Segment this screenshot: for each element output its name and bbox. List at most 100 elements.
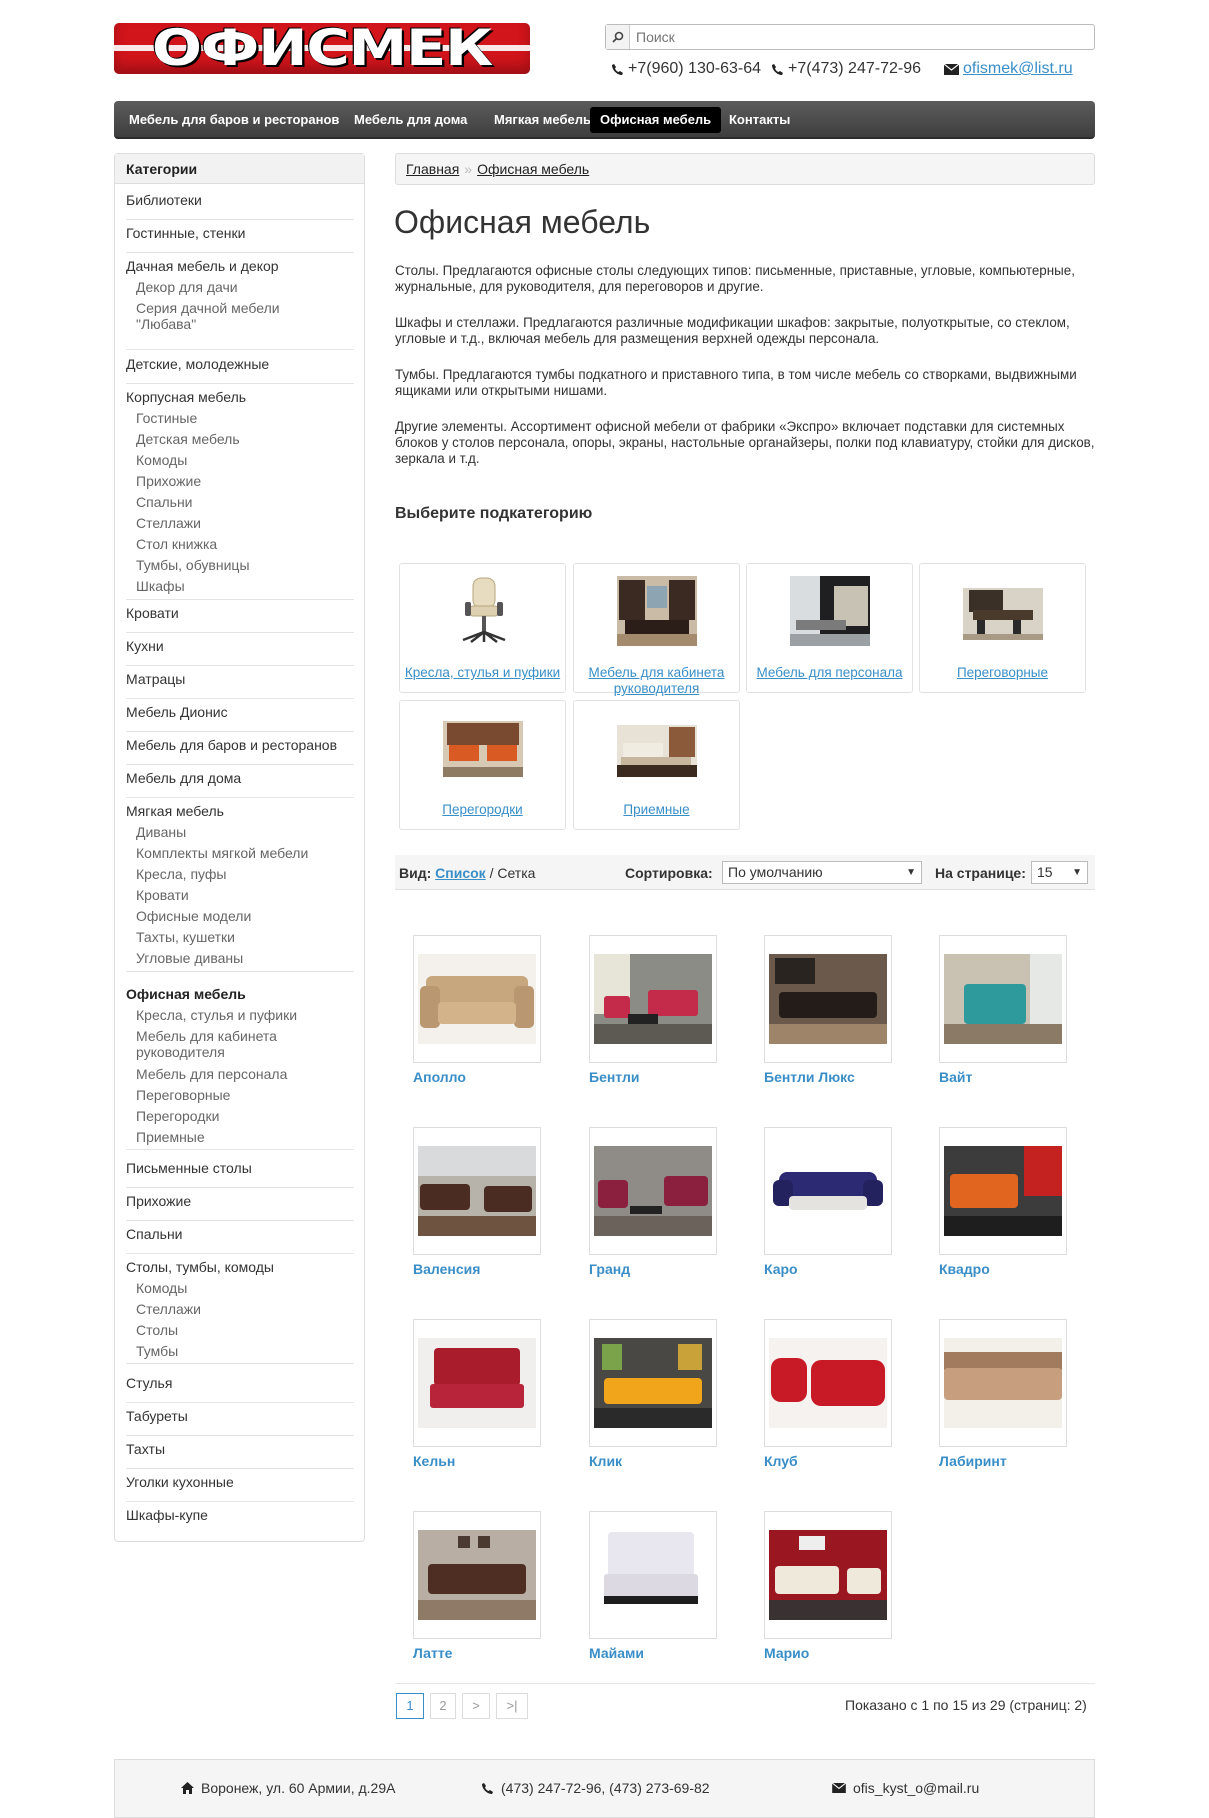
product-card[interactable]: Валенсия	[413, 1127, 543, 1277]
site-logo[interactable]: ОФИСМЕК	[114, 23, 530, 74]
subcategory-label[interactable]: Перегородки	[404, 802, 561, 818]
product-name[interactable]: Каро	[764, 1261, 798, 1277]
sidebar-item[interactable]: Мебель Дионис	[126, 704, 354, 732]
subcategory-tile[interactable]: Мебель для кабинета руководителя	[573, 563, 740, 696]
product-image-frame[interactable]	[764, 1127, 892, 1255]
sidebar-subitem[interactable]: Комоды	[136, 1280, 336, 1296]
subcategory-tile[interactable]: Перегородки	[399, 700, 566, 830]
footer-email-text[interactable]: ofis_kyst_o@mail.ru	[853, 1780, 979, 1796]
sidebar-item[interactable]: Письменные столы	[126, 1160, 354, 1188]
sidebar-item-active[interactable]: Офисная мебель	[126, 986, 354, 1002]
product-card[interactable]: Бентли	[589, 935, 719, 1085]
product-card[interactable]: Марио	[764, 1511, 894, 1661]
email-link[interactable]: ofismek@list.ru	[963, 60, 1073, 78]
subcategory-label[interactable]: Мебель для персонала	[751, 665, 908, 681]
sidebar-subitem[interactable]: Мебель для кабинета руководителя	[136, 1028, 336, 1060]
sidebar-subitem[interactable]: Кровати	[136, 887, 336, 903]
sidebar-subitem[interactable]: Прихожие	[136, 473, 336, 489]
product-card[interactable]: Кельн	[413, 1319, 543, 1469]
sidebar-subitem[interactable]: Стол книжка	[136, 536, 336, 552]
search-input[interactable]	[636, 27, 1086, 47]
sidebar-subitem[interactable]: Столы	[136, 1322, 336, 1338]
sidebar-subitem[interactable]: Комплекты мягкой мебели	[136, 845, 336, 861]
sidebar-subitem[interactable]: Стеллажи	[136, 1301, 336, 1317]
sidebar-item[interactable]: Гостинные, стенки	[126, 225, 354, 253]
product-card[interactable]: Клик	[589, 1319, 719, 1469]
subcategory-label[interactable]: Кресла, стулья и пуфики	[404, 665, 561, 681]
product-name[interactable]: Гранд	[589, 1261, 630, 1277]
product-card[interactable]: Вайт	[939, 935, 1069, 1085]
subcategory-tile[interactable]: Переговорные	[919, 563, 1086, 693]
product-image-frame[interactable]	[939, 1319, 1067, 1447]
sidebar-item[interactable]: Кровати	[126, 605, 354, 633]
sidebar-item[interactable]: Мягкая мебель	[126, 803, 354, 819]
product-image-frame[interactable]	[413, 1319, 541, 1447]
nav-item-home[interactable]: Мебель для дома	[344, 107, 477, 133]
sidebar-item[interactable]: Мебель для баров и ресторанов	[126, 737, 354, 765]
product-card[interactable]: Лабиринт	[939, 1319, 1069, 1469]
product-card[interactable]: Каро	[764, 1127, 894, 1277]
product-card[interactable]: Квадро	[939, 1127, 1069, 1277]
product-card[interactable]: Майами	[589, 1511, 719, 1661]
sidebar-item[interactable]: Матрацы	[126, 671, 354, 699]
sidebar-subitem[interactable]: Спальни	[136, 494, 336, 510]
product-name[interactable]: Латте	[413, 1645, 452, 1661]
product-image-frame[interactable]	[939, 935, 1067, 1063]
sidebar-subitem[interactable]: Кресла, стулья и пуфики	[136, 1007, 336, 1023]
product-name[interactable]: Вайт	[939, 1069, 972, 1085]
breadcrumb-current[interactable]: Офисная мебель	[477, 161, 589, 177]
sidebar-item[interactable]: Табуреты	[126, 1408, 354, 1436]
product-name[interactable]: Квадро	[939, 1261, 990, 1277]
subcategory-tile[interactable]: Мебель для персонала	[746, 563, 913, 693]
product-image-frame[interactable]	[764, 935, 892, 1063]
product-image-frame[interactable]	[589, 1511, 717, 1639]
sidebar-subitem[interactable]: Гостиные	[136, 410, 336, 426]
sidebar-item[interactable]: Прихожие	[126, 1193, 354, 1221]
view-grid-link[interactable]: Сетка	[497, 865, 535, 881]
sidebar-subitem[interactable]: Стеллажи	[136, 515, 336, 531]
product-name[interactable]: Аполло	[413, 1069, 466, 1085]
product-card[interactable]: Бентли Люкс	[764, 935, 894, 1085]
sidebar-item[interactable]: Столы, тумбы, комоды	[126, 1259, 354, 1275]
subcategory-tile[interactable]: Кресла, стулья и пуфики	[399, 563, 566, 693]
product-image-frame[interactable]	[764, 1319, 892, 1447]
sidebar-item[interactable]: Мебель для дома	[126, 770, 354, 798]
per-page-select[interactable]: 15 ▼	[1031, 861, 1088, 884]
sidebar-item[interactable]: Шкафы-купе	[126, 1507, 354, 1535]
sidebar-subitem[interactable]: Детская мебель	[136, 431, 336, 447]
product-name[interactable]: Бентли	[589, 1069, 639, 1085]
product-name[interactable]: Кельн	[413, 1453, 455, 1469]
sidebar-subitem[interactable]: Декор для дачи	[136, 279, 336, 295]
search-icon[interactable]	[606, 25, 630, 49]
subcategory-label[interactable]: Переговорные	[924, 665, 1081, 681]
product-name[interactable]: Бентли Люкс	[764, 1069, 855, 1085]
sidebar-item[interactable]: Кухни	[126, 638, 354, 666]
nav-item-contacts[interactable]: Контакты	[719, 107, 800, 133]
subcategory-label[interactable]: Мебель для кабинета руководителя	[578, 665, 735, 697]
sidebar-item[interactable]: Детские, молодежные	[126, 356, 354, 384]
product-image-frame[interactable]	[413, 1511, 541, 1639]
sidebar-item[interactable]: Дачная мебель и декор	[126, 258, 354, 274]
sidebar-item[interactable]: Библиотеки	[126, 192, 354, 220]
sidebar-item[interactable]: Тахты	[126, 1441, 354, 1469]
sidebar-subitem[interactable]: Тумбы, обувницы	[136, 557, 336, 573]
nav-item-bars[interactable]: Мебель для баров и ресторанов	[119, 107, 349, 133]
product-card[interactable]: Аполло	[413, 935, 543, 1085]
product-image-frame[interactable]	[764, 1511, 892, 1639]
product-name[interactable]: Клик	[589, 1453, 622, 1469]
sidebar-item[interactable]: Спальни	[126, 1226, 354, 1254]
sidebar-subitem[interactable]: Кресла, пуфы	[136, 866, 336, 882]
product-image-frame[interactable]	[939, 1127, 1067, 1255]
product-name[interactable]: Валенсия	[413, 1261, 480, 1277]
sidebar-subitem[interactable]: Офисные модели	[136, 908, 336, 924]
sidebar-subitem[interactable]: Мебель для персонала	[136, 1066, 336, 1082]
product-name[interactable]: Марио	[764, 1645, 809, 1661]
sidebar-subitem[interactable]: Тахты, кушетки	[136, 929, 336, 945]
nav-item-office[interactable]: Офисная мебель	[590, 107, 722, 133]
sidebar-item[interactable]: Корпусная мебель	[126, 389, 354, 405]
product-image-frame[interactable]	[589, 1319, 717, 1447]
sidebar-subitem[interactable]: Перегородки	[136, 1108, 336, 1124]
pagination-page-2[interactable]: 2	[430, 1693, 456, 1719]
pagination-last[interactable]: >|	[496, 1693, 528, 1719]
product-image-frame[interactable]	[413, 1127, 541, 1255]
